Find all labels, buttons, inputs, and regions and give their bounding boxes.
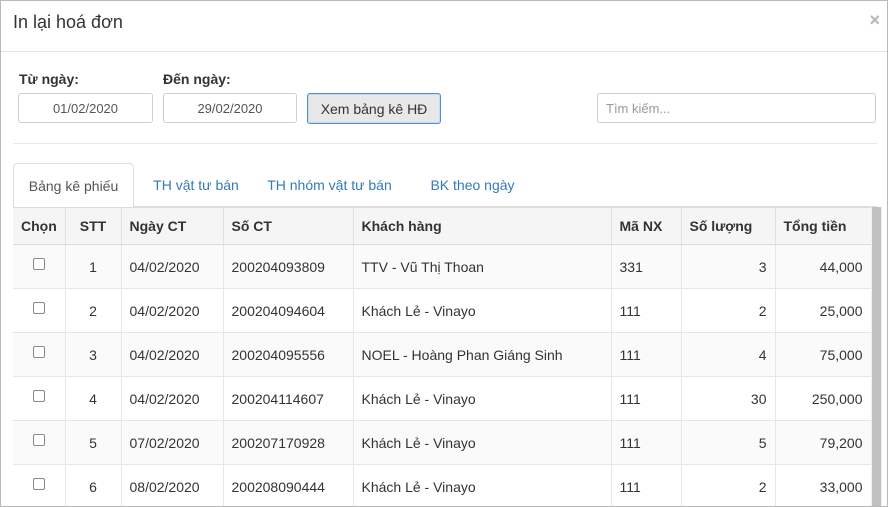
tab-th-vat-tu-ban[interactable]: TH vật tư bán [138,163,254,207]
cell-date: 04/02/2020 [121,244,224,289]
row-select-checkbox[interactable] [32,477,45,490]
cell-qty: 3 [681,244,776,289]
to-date-label: Đến ngày: [163,71,231,87]
cell-qty: 4 [681,332,776,377]
close-icon[interactable]: × [869,10,880,31]
search-input[interactable] [597,93,876,123]
cell-date: 04/02/2020 [121,332,224,377]
cell-so-ct: 200207170928 [223,420,354,465]
section-divider [13,143,877,144]
modal-title: In lại hoá đơn [13,12,123,32]
cell-ma-nx: 111 [611,420,682,465]
cell-customer: TTV - Vũ Thị Thoan [353,244,612,289]
cell-customer: Khách Lẻ - Vinayo [353,420,612,465]
table-header-row: Chọn STT Ngày CT Số CT Khách hàng Mã NX … [13,207,871,245]
cell-stt: 2 [65,288,122,333]
cell-stt: 5 [65,420,122,465]
row-select-checkbox[interactable] [32,257,45,270]
table-scrollbar[interactable] [871,207,882,506]
cell-ma-nx: 111 [611,376,682,421]
cell-so-ct: 200204093809 [223,244,354,289]
cell-customer: Khách Lẻ - Vinayo [353,288,612,333]
row-select-checkbox[interactable] [32,433,45,446]
reprint-invoice-modal: In lại hoá đơn × Từ ngày: Đến ngày: Xem … [0,0,888,507]
from-date-input[interactable] [18,93,153,123]
cell-ma-nx: 111 [611,332,682,377]
cell-date: 04/02/2020 [121,376,224,421]
cell-so-ct: 200204114607 [223,376,354,421]
header-khach-hang[interactable]: Khách hàng [353,207,612,245]
table-row[interactable]: 4 04/02/2020 200204114607 Khách Lẻ - Vin… [13,376,871,421]
cell-stt: 4 [65,376,122,421]
cell-ma-nx: 111 [611,464,682,506]
cell-customer: NOEL - Hoàng Phan Giáng Sinh [353,332,612,377]
cell-total: 25,000 [775,288,871,333]
report-tabs: Bảng kê phiếu TH vật tư bán TH nhóm vật … [13,163,877,208]
cell-so-ct: 200204094604 [223,288,354,333]
cell-stt: 1 [65,244,122,289]
row-select-checkbox[interactable] [32,345,45,358]
cell-customer: Khách Lẻ - Vinayo [353,464,612,506]
header-tong-tien[interactable]: Tổng tiền [775,207,871,245]
cell-qty: 2 [681,464,776,506]
cell-date: 07/02/2020 [121,420,224,465]
table-row[interactable]: 2 04/02/2020 200204094604 Khách Lẻ - Vin… [13,288,871,333]
cell-ma-nx: 331 [611,244,682,289]
table-row[interactable]: 1 04/02/2020 200204093809 TTV - Vũ Thị T… [13,244,871,289]
invoice-table: Chọn STT Ngày CT Số CT Khách hàng Mã NX … [13,207,871,506]
cell-ma-nx: 111 [611,288,682,333]
header-stt[interactable]: STT [65,207,122,245]
row-select-checkbox[interactable] [32,301,45,314]
cell-stt: 3 [65,332,122,377]
cell-date: 04/02/2020 [121,288,224,333]
tab-bang-ke-phieu[interactable]: Bảng kê phiếu [13,163,134,208]
table-row[interactable]: 3 04/02/2020 200204095556 NOEL - Hoàng P… [13,332,871,377]
row-select-checkbox[interactable] [32,389,45,402]
scrollbar-thumb[interactable] [872,207,881,506]
cell-total: 79,200 [775,420,871,465]
cell-so-ct: 200208090444 [223,464,354,506]
cell-total: 75,000 [775,332,871,377]
tab-bk-theo-ngay[interactable]: BK theo ngày [416,163,529,207]
view-invoice-list-button[interactable]: Xem bảng kê HĐ [307,93,441,124]
cell-total: 33,000 [775,464,871,506]
cell-qty: 2 [681,288,776,333]
cell-date: 08/02/2020 [121,464,224,506]
cell-customer: Khách Lẻ - Vinayo [353,376,612,421]
header-so-ct[interactable]: Số CT [223,207,354,245]
tab-th-nhom-vat-tu-ban[interactable]: TH nhóm vật tư bán [258,163,401,207]
cell-total: 250,000 [775,376,871,421]
table-row[interactable]: 6 08/02/2020 200208090444 Khách Lẻ - Vin… [13,464,871,506]
header-so-luong[interactable]: Số lượng [681,207,776,245]
cell-total: 44,000 [775,244,871,289]
header-chon[interactable]: Chọn [13,207,66,245]
cell-so-ct: 200204095556 [223,332,354,377]
modal-header: In lại hoá đơn × [1,1,887,52]
cell-qty: 5 [681,420,776,465]
to-date-input[interactable] [163,93,297,123]
header-ngay-ct[interactable]: Ngày CT [121,207,224,245]
from-date-label: Từ ngày: [19,71,79,87]
invoice-table-container: Chọn STT Ngày CT Số CT Khách hàng Mã NX … [13,207,871,506]
header-ma-nx[interactable]: Mã NX [611,207,682,245]
cell-stt: 6 [65,464,122,506]
table-row[interactable]: 5 07/02/2020 200207170928 Khách Lẻ - Vin… [13,420,871,465]
cell-qty: 30 [681,376,776,421]
